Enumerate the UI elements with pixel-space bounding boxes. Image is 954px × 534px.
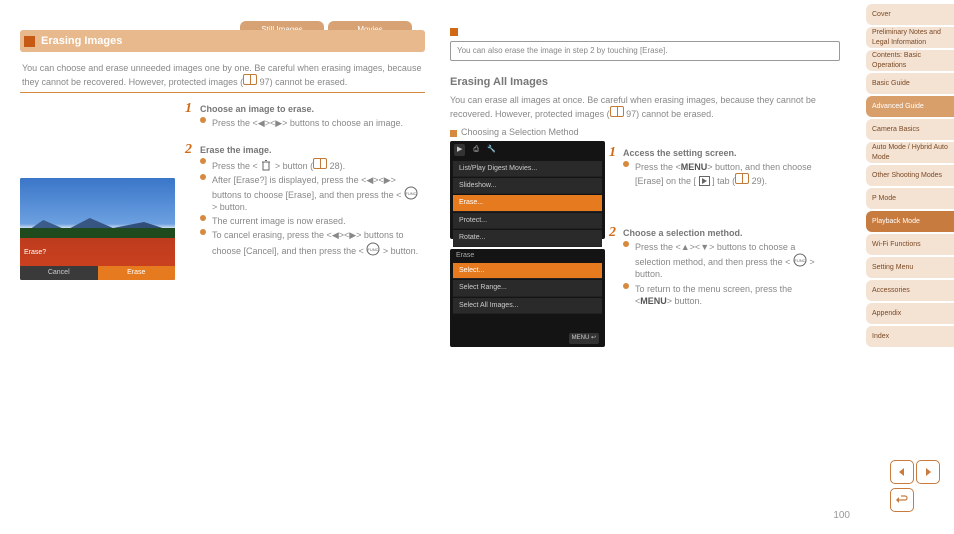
rstep1-heading: Access the setting screen. bbox=[623, 147, 823, 159]
erase-all-body: You can erase all images at once. Be car… bbox=[450, 94, 840, 120]
menu-title: Erase bbox=[450, 249, 605, 262]
tip-row: You can also erase the image in step 2 b… bbox=[450, 26, 840, 61]
sidebar-item-setting-menu[interactable]: Setting Menu bbox=[866, 257, 954, 278]
rstep2-b1: Press the <▲><▼> buttons to choose a sel… bbox=[635, 241, 823, 280]
book-icon bbox=[313, 158, 327, 169]
page-nav bbox=[888, 460, 940, 512]
step-number-1: 1 bbox=[609, 145, 616, 161]
bullet-icon bbox=[623, 161, 629, 167]
sidebar-item-playback-mode[interactable]: Playback Mode bbox=[866, 211, 954, 232]
sidebar-item-index[interactable]: Index bbox=[866, 326, 954, 347]
tip-box: You can also erase the image in step 2 b… bbox=[450, 41, 840, 62]
bullet-icon bbox=[200, 229, 206, 235]
heading-bullet-icon bbox=[24, 36, 35, 47]
divider bbox=[20, 92, 425, 93]
step2-b2: After [Erase?] is displayed, press the <… bbox=[212, 174, 425, 213]
sidebar-item-appendix[interactable]: Appendix bbox=[866, 303, 954, 324]
lead-paragraph: You can choose and erase unneeded images… bbox=[22, 62, 423, 88]
func-set-icon: FUNC bbox=[366, 242, 380, 256]
bullet-icon bbox=[200, 215, 206, 221]
menu-item: List/Play Digest Movies... bbox=[453, 161, 602, 177]
page-number: 100 bbox=[833, 509, 850, 523]
func-set-icon: FUNC bbox=[404, 186, 418, 200]
step-number-2: 2 bbox=[609, 225, 616, 241]
bullet-icon bbox=[623, 283, 629, 289]
svg-text:FUNC: FUNC bbox=[405, 191, 416, 196]
menu-item: Select Range... bbox=[453, 280, 602, 296]
subsection-heading: Choosing a Selection Method bbox=[450, 126, 840, 138]
return-icon bbox=[895, 494, 909, 506]
camera-menu-playback: ▶ ⎙ 🔧 List/Play Digest Movies... Slidesh… bbox=[450, 141, 605, 239]
camera-erase-preview: Erase? Cancel Erase bbox=[20, 178, 175, 280]
sidebar-item-accessories[interactable]: Accessories bbox=[866, 280, 954, 301]
next-page-button[interactable] bbox=[916, 460, 940, 484]
bullet-icon bbox=[200, 117, 206, 123]
book-icon bbox=[243, 74, 257, 85]
bullet-icon bbox=[623, 241, 629, 247]
step2-heading: Erase the image. bbox=[200, 144, 272, 156]
bullet-icon bbox=[200, 158, 206, 164]
step2-b3: The current image is now erased. bbox=[212, 215, 346, 227]
trash-icon bbox=[260, 159, 272, 171]
menu-item-selected: Erase... bbox=[453, 195, 602, 211]
section-heading: Erasing Images bbox=[20, 30, 425, 52]
sidebar-item-wifi[interactable]: Wi-Fi Functions bbox=[866, 234, 954, 255]
playback-tab-icon: ▶ bbox=[454, 144, 465, 155]
setup-tab-icon: 🔧 bbox=[487, 145, 496, 154]
bullet-icon bbox=[200, 174, 206, 180]
step2-b4: To cancel erasing, press the <◀><▶> butt… bbox=[212, 229, 425, 256]
sidebar-item-camera-basics[interactable]: Camera Basics bbox=[866, 119, 954, 140]
camera-menu-erase: Erase Select... Select Range... Select A… bbox=[450, 249, 605, 347]
chevron-left-icon bbox=[897, 467, 907, 477]
step1-heading: Choose an image to erase. bbox=[200, 103, 314, 115]
step-number-2: 2 bbox=[185, 142, 192, 158]
sidebar-item-advanced-guide[interactable]: Advanced Guide bbox=[866, 96, 954, 117]
sidebar-item-other-modes[interactable]: Other Shooting Modes bbox=[866, 165, 954, 186]
sidebar-item-auto-mode[interactable]: Auto Mode / Hybrid Auto Mode bbox=[866, 142, 954, 163]
sidebar-item-p-mode[interactable]: P Mode bbox=[866, 188, 954, 209]
svg-text:FUNC: FUNC bbox=[794, 258, 805, 263]
rstep2-b2: To return to the menu screen, press the … bbox=[635, 283, 823, 307]
step2-b1: Press the < > button ( 28). bbox=[212, 158, 345, 172]
sidebar-item-legal[interactable]: Preliminary Notes and Legal Information bbox=[866, 27, 954, 48]
sub-bullet-icon bbox=[450, 130, 457, 137]
print-tab-icon: ⎙ bbox=[473, 145, 479, 154]
rstep1-body: Press the <MENU> button, and then choose… bbox=[635, 161, 823, 187]
prev-page-button[interactable] bbox=[890, 460, 914, 484]
svg-text:FUNC: FUNC bbox=[368, 247, 379, 252]
book-icon bbox=[610, 106, 624, 117]
heading-text: Erasing Images bbox=[41, 34, 122, 49]
book-icon bbox=[735, 173, 749, 184]
menu-item-selected: Select... bbox=[453, 263, 602, 279]
chevron-right-icon bbox=[923, 467, 933, 477]
step1-body: Press the <◀><▶> buttons to choose an im… bbox=[212, 117, 403, 129]
cancel-option: Cancel bbox=[20, 266, 98, 280]
menu-item: Protect... bbox=[453, 213, 602, 229]
menu-item: Rotate... bbox=[453, 230, 602, 246]
rstep2-heading: Choose a selection method. bbox=[623, 227, 823, 239]
menu-return-label: MENU ↩ bbox=[569, 333, 599, 343]
playback-icon bbox=[699, 176, 710, 186]
menu-item: Slideshow... bbox=[453, 178, 602, 194]
erase-all-heading: Erasing All Images bbox=[450, 75, 840, 90]
tip-bullet-icon bbox=[450, 28, 458, 36]
func-set-icon: FUNC bbox=[793, 253, 807, 267]
step-number-1: 1 bbox=[185, 101, 192, 117]
menu-item: Select All Images... bbox=[453, 298, 602, 314]
return-button[interactable] bbox=[890, 488, 914, 512]
erase-prompt: Erase? bbox=[24, 248, 46, 257]
sidebar-item-cover[interactable]: Cover bbox=[866, 4, 954, 25]
sidebar-nav: Cover Preliminary Notes and Legal Inform… bbox=[866, 4, 954, 349]
sidebar-item-basic-guide[interactable]: Basic Guide bbox=[866, 73, 954, 94]
erase-option: Erase bbox=[98, 266, 176, 280]
sidebar-item-contents[interactable]: Contents: Basic Operations bbox=[866, 50, 954, 71]
